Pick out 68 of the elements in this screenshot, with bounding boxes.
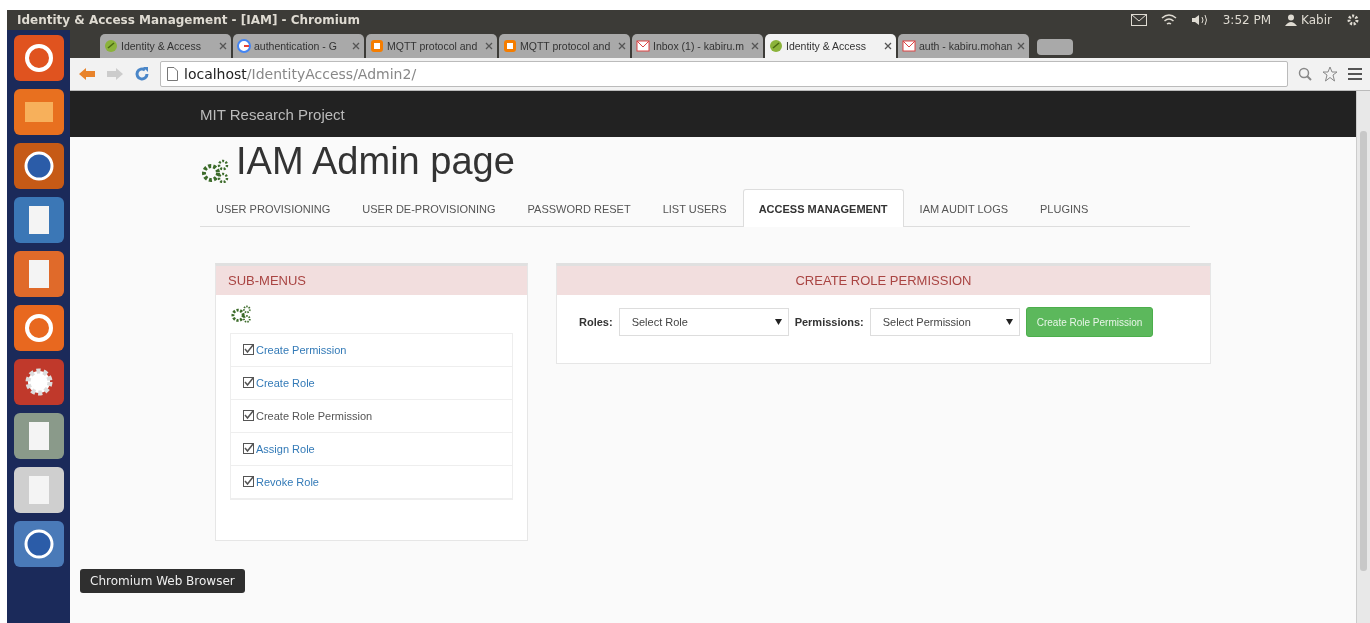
nav-tab[interactable]: USER DE-PROVISIONING (346, 189, 512, 227)
browser-tab[interactable]: Identity & Access (765, 34, 896, 58)
field-label: Roles: (579, 316, 613, 328)
browser-tab[interactable]: auth - kabiru.mohan (898, 34, 1029, 58)
panel-heading: CREATE ROLE PERMISSION (557, 266, 1210, 295)
mail-icon (636, 39, 650, 53)
checkbox-icon (243, 377, 254, 389)
panel-heading: SUB-MENUS (216, 266, 527, 295)
submenu-item[interactable]: Create Role Permission (231, 399, 512, 433)
reload-icon[interactable] (134, 66, 150, 82)
page-heading: IAM Admin page (236, 139, 515, 183)
gears-icon (200, 159, 230, 183)
browser-tab[interactable]: Inbox (1) - kabiru.m (632, 34, 763, 58)
clock[interactable]: 3:52 PM (1222, 13, 1272, 27)
star-icon[interactable] (1322, 66, 1338, 82)
gear-icon[interactable] (12, 358, 65, 406)
caret-icon (1005, 319, 1013, 325)
blog-icon (503, 39, 517, 53)
nav-tab[interactable]: IAM AUDIT LOGS (903, 189, 1025, 227)
close-icon[interactable] (485, 42, 493, 50)
nav-tab[interactable]: USER PROVISIONING (200, 189, 347, 227)
caret-icon (774, 319, 782, 325)
close-icon[interactable] (219, 42, 227, 50)
blog-icon (370, 39, 384, 53)
permission-select[interactable]: Select Permission (869, 308, 1020, 336)
close-icon[interactable] (1017, 42, 1025, 50)
close-icon[interactable] (751, 42, 759, 50)
nav-tab[interactable]: PASSWORD RESET (511, 189, 647, 227)
nav-tab[interactable]: ACCESS MANAGEMENT (742, 189, 904, 227)
gears-icon (230, 305, 252, 323)
close-icon[interactable] (352, 42, 360, 50)
wifi-icon[interactable] (1160, 14, 1177, 26)
menu-icon[interactable] (1348, 68, 1362, 80)
user-name[interactable]: Kabir (1301, 13, 1332, 27)
submenu-item[interactable]: Create Permission (231, 333, 512, 367)
leaf-icon (769, 39, 783, 53)
close-icon[interactable] (884, 42, 892, 50)
browser-tab[interactable]: Identity & Access (100, 34, 231, 58)
tooltip: Chromium Web Browser (80, 569, 245, 593)
close-icon[interactable] (618, 42, 626, 50)
mail-icon (902, 39, 916, 53)
checkbox-icon (243, 410, 254, 422)
submenu-item[interactable]: Revoke Role (231, 465, 512, 499)
browser-tab[interactable]: MQTT protocol and (366, 34, 497, 58)
role-select[interactable]: Select Role (618, 308, 789, 336)
nav-tab[interactable]: PLUGINS (1024, 189, 1105, 227)
page-icon (167, 67, 178, 81)
window-title: Identity & Access Management - [IAM] - Chromium (17, 13, 361, 27)
folder-icon[interactable] (12, 88, 65, 136)
checkbox-icon (243, 344, 254, 356)
checkbox-icon (243, 443, 254, 455)
browser-tab[interactable]: authentication - G (233, 34, 364, 58)
document-icon[interactable] (12, 196, 65, 244)
submenu-item[interactable]: Create Role (231, 366, 512, 400)
volume-icon[interactable] (1190, 14, 1209, 26)
checkbox-icon (243, 476, 254, 488)
zoom-icon[interactable] (1298, 67, 1312, 81)
circle-logo-icon[interactable] (12, 34, 65, 82)
scrollbar[interactable] (1356, 91, 1370, 623)
browser-tab[interactable]: MQTT protocol and (499, 34, 630, 58)
user-icon (1285, 14, 1298, 26)
leaf-icon (104, 39, 118, 53)
field-label: Permissions: (794, 316, 864, 328)
nav-tab[interactable]: LIST USERS (646, 189, 743, 227)
brand-link[interactable]: MIT Research Project (200, 105, 345, 123)
address-bar[interactable]: localhost/IdentityAccess/Admin2/ (160, 61, 1288, 87)
mail-icon[interactable] (1130, 14, 1147, 26)
submenu-item[interactable]: Assign Role (231, 432, 512, 466)
